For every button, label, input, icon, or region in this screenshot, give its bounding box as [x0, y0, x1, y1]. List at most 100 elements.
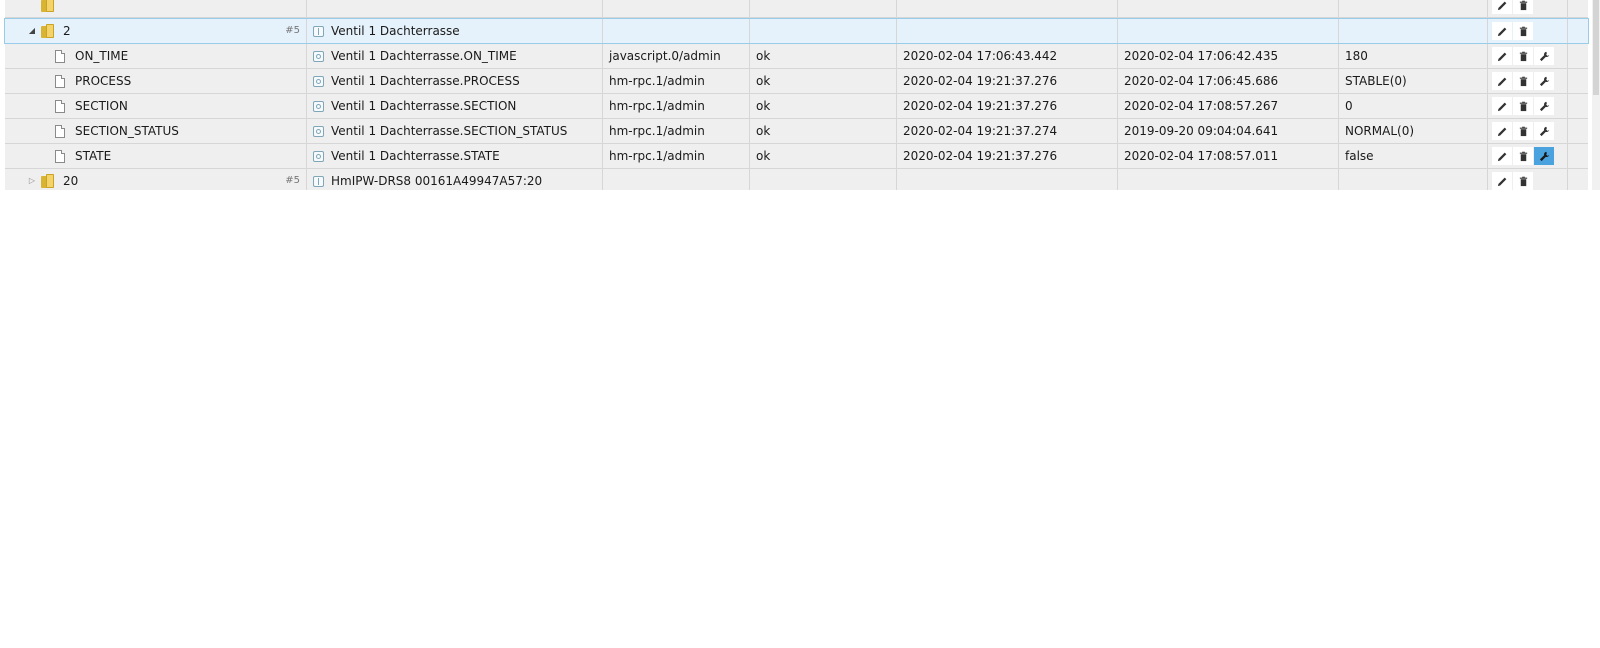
edit-button[interactable]	[1492, 0, 1512, 14]
id-cell: PROCESS	[5, 69, 307, 93]
last-change-cell: 2020-02-04 17:06:42.435	[1118, 44, 1339, 68]
pencil-icon	[1497, 27, 1506, 36]
wrench-icon	[1539, 101, 1549, 111]
wrench-icon	[1539, 151, 1549, 161]
quality-cell: ok	[750, 44, 897, 68]
last-change-cell: 2020-02-04 17:06:45.686	[1118, 69, 1339, 93]
from-cell: hm-rpc.1/admin	[603, 94, 750, 118]
custom-settings-button[interactable]	[1534, 122, 1554, 140]
id-cell: SECTION_STATUS	[5, 119, 307, 143]
child-count: #5	[285, 175, 300, 186]
buttons-cell	[1488, 94, 1568, 118]
edit-button[interactable]	[1492, 97, 1512, 115]
value-cell[interactable]: 0	[1339, 94, 1488, 118]
timestamp-cell	[897, 0, 1118, 17]
timestamp-cell: 2020-02-04 19:21:37.274	[897, 119, 1118, 143]
id-cell: ▷ 20 #5	[5, 169, 307, 190]
delete-button[interactable]	[1513, 122, 1533, 140]
buttons-cell	[1488, 144, 1568, 168]
buttons-cell	[1488, 0, 1568, 17]
file-icon	[55, 149, 65, 163]
value-cell[interactable]: false	[1339, 144, 1488, 168]
delete-button[interactable]	[1513, 0, 1533, 14]
delete-button[interactable]	[1513, 72, 1533, 90]
delete-button[interactable]	[1513, 147, 1533, 165]
custom-settings-button[interactable]	[1534, 72, 1554, 90]
from-cell: hm-rpc.1/admin	[603, 69, 750, 93]
quality-cell: ok	[750, 144, 897, 168]
collapse-triangle-icon[interactable]: ◢	[27, 19, 37, 43]
name-cell: Ventil 1 Dachterrasse.PROCESS	[307, 69, 603, 93]
edit-button[interactable]	[1492, 122, 1512, 140]
table-row[interactable]: SECTION Ventil 1 Dachterrasse.SECTION hm…	[5, 94, 1588, 119]
quality-cell: ok	[750, 119, 897, 143]
delete-button[interactable]	[1513, 22, 1533, 40]
timestamp-cell: 2020-02-04 19:21:37.276	[897, 94, 1118, 118]
state-icon	[313, 51, 324, 62]
objects-grid: ◢ 2 #5 Ventil 1 Dachterrasse ON_TIME Ven…	[4, 0, 1589, 190]
edit-button[interactable]	[1492, 47, 1512, 65]
id-cell: ON_TIME	[5, 44, 307, 68]
file-icon	[55, 74, 65, 88]
file-icon	[55, 49, 65, 63]
timestamp-cell: 2020-02-04 17:06:43.442	[897, 44, 1118, 68]
trash-icon	[1519, 126, 1527, 136]
from-cell	[603, 0, 750, 17]
edit-button[interactable]	[1492, 22, 1512, 40]
trash-icon	[1519, 151, 1527, 161]
object-id: SECTION_STATUS	[75, 124, 179, 138]
child-count: #5	[285, 25, 300, 36]
vertical-scrollbar[interactable]	[1592, 0, 1600, 190]
id-cell: SECTION	[5, 94, 307, 118]
table-row[interactable]: PROCESS Ventil 1 Dachterrasse.PROCESS hm…	[5, 69, 1588, 94]
pencil-icon	[1497, 52, 1506, 61]
custom-settings-button-active[interactable]	[1534, 147, 1554, 165]
buttons-cell	[1488, 169, 1568, 190]
folder-icon	[41, 24, 55, 38]
object-id: SECTION	[75, 99, 128, 113]
custom-settings-button[interactable]	[1534, 47, 1554, 65]
folder-icon	[41, 174, 55, 188]
table-row[interactable]: SECTION_STATUS Ventil 1 Dachterrasse.SEC…	[5, 119, 1588, 144]
custom-settings-button[interactable]	[1534, 97, 1554, 115]
folder-icon	[41, 0, 55, 12]
delete-button[interactable]	[1513, 172, 1533, 190]
last-change-cell	[1118, 0, 1339, 17]
table-row-selected[interactable]: ◢ 2 #5 Ventil 1 Dachterrasse	[4, 18, 1589, 44]
edit-button[interactable]	[1492, 172, 1512, 190]
pencil-icon	[1497, 1, 1506, 10]
pencil-icon	[1497, 77, 1506, 86]
trash-icon	[1519, 101, 1527, 111]
delete-button[interactable]	[1513, 97, 1533, 115]
value-cell[interactable]: STABLE(0)	[1339, 69, 1488, 93]
pencil-icon	[1497, 127, 1506, 136]
value-cell	[1339, 19, 1488, 43]
expand-triangle-icon[interactable]: ▷	[27, 169, 37, 190]
table-row[interactable]: ▷ 20 #5 HmIPW-DRS8 00161A49947A57:20	[5, 169, 1588, 190]
name-cell: Ventil 1 Dachterrasse.SECTION	[307, 94, 603, 118]
object-id: PROCESS	[75, 74, 132, 88]
delete-button[interactable]	[1513, 47, 1533, 65]
name-cell: Ventil 1 Dachterrasse.ON_TIME	[307, 44, 603, 68]
from-cell: hm-rpc.1/admin	[603, 144, 750, 168]
scrollbar-thumb[interactable]	[1593, 0, 1599, 95]
name-cell: Ventil 1 Dachterrasse.SECTION_STATUS	[307, 119, 603, 143]
timestamp-cell: 2020-02-04 19:21:37.276	[897, 69, 1118, 93]
object-id: 2	[63, 24, 71, 38]
value-cell[interactable]: NORMAL(0)	[1339, 119, 1488, 143]
id-cell: ◢ 2 #5	[5, 19, 307, 43]
object-id: 20	[63, 174, 79, 188]
table-row[interactable]	[5, 0, 1588, 18]
edit-button[interactable]	[1492, 72, 1512, 90]
object-id: ON_TIME	[75, 49, 129, 63]
wrench-icon	[1539, 76, 1549, 86]
value-cell[interactable]: 180	[1339, 44, 1488, 68]
trash-icon	[1519, 51, 1527, 61]
table-row[interactable]: ON_TIME Ventil 1 Dachterrasse.ON_TIME ja…	[5, 44, 1588, 69]
table-row[interactable]: STATE Ventil 1 Dachterrasse.STATE hm-rpc…	[5, 144, 1588, 169]
trash-icon	[1519, 176, 1527, 186]
edit-button[interactable]	[1492, 147, 1512, 165]
object-id: STATE	[75, 149, 112, 163]
value-cell	[1339, 0, 1488, 17]
channel-icon	[313, 26, 324, 37]
